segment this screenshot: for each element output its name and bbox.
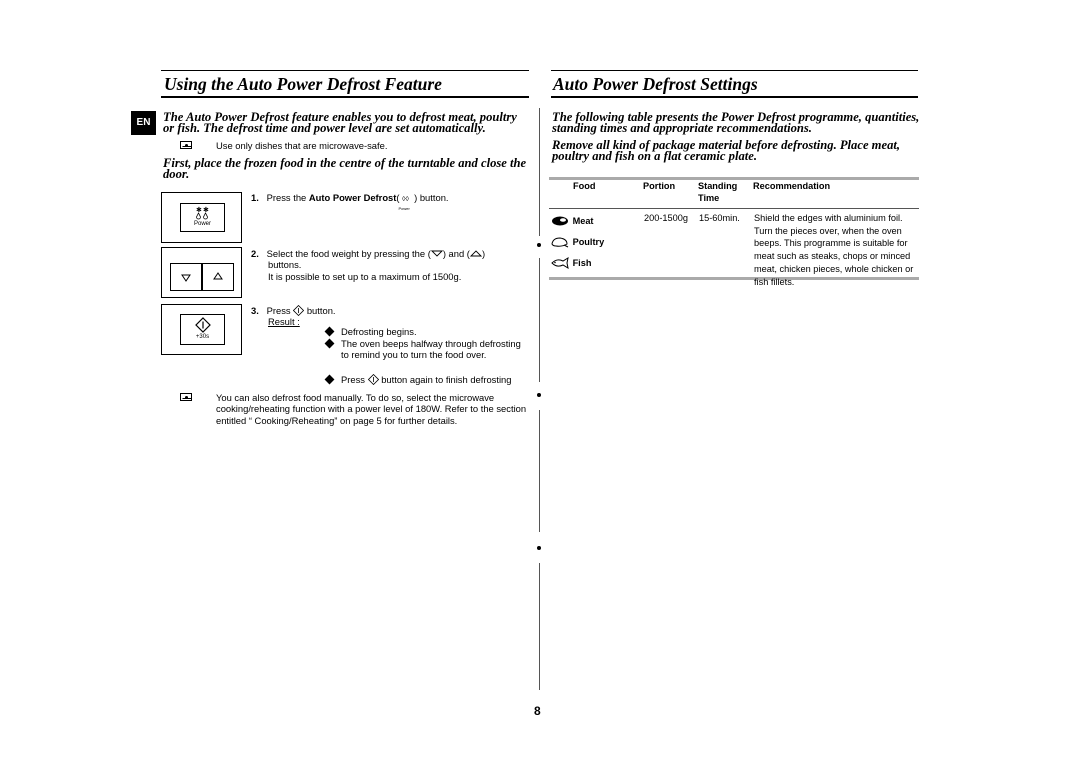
portion-cell: 200-1500g <box>644 212 688 223</box>
weight-panel <box>161 247 242 298</box>
start-icon <box>194 317 211 333</box>
standing-time-cell: 15-60min. <box>699 212 740 223</box>
divider-dot <box>537 243 541 247</box>
left-section-title: Using the Auto Power Defrost Feature <box>164 74 442 94</box>
right-lead-remove-packaging: Remove all kind of package material befo… <box>552 138 901 163</box>
power-label: Power <box>193 221 211 227</box>
result-1: Defrosting begins. <box>341 326 417 337</box>
defrost-table: Food Portion Standing Time Recommendatio… <box>549 177 919 290</box>
step-2-number: 2. <box>251 248 259 259</box>
food-list: Meat Poultry Fish <box>549 209 643 290</box>
right-section-title: Auto Power Defrost Settings <box>553 74 758 94</box>
column-divider <box>539 108 540 236</box>
note-manual-defrost: You can also defrost food manually. To d… <box>216 392 527 426</box>
food-item-meat: Meat <box>550 215 642 236</box>
column-divider <box>539 563 540 690</box>
left-title-rule-top <box>161 70 529 71</box>
table-row: Meat Poultry Fish 200-1500g 15-60min. Sh… <box>549 209 919 290</box>
poultry-icon <box>551 237 569 248</box>
column-divider <box>539 410 540 532</box>
meat-icon <box>552 216 568 226</box>
step-3: 3. Press button. Result : <box>251 304 521 328</box>
result-3-pre: Press <box>341 374 368 385</box>
note-icon-2 <box>180 393 192 401</box>
auto-power-defrost-button[interactable]: ✱ ✱ Power <box>180 203 225 232</box>
weight-up-button[interactable] <box>202 263 234 291</box>
inline-defrost-icon: ◊◊ Power <box>399 194 412 211</box>
header-portion: Portion <box>643 181 676 191</box>
step-2-line2: buttons. <box>268 259 302 271</box>
table-header-row: Food Portion Standing Time Recommendatio… <box>549 177 919 209</box>
svg-text:✱: ✱ <box>196 206 202 214</box>
step-1-number: 1. <box>251 192 259 203</box>
svg-text:✱: ✱ <box>203 206 209 214</box>
result-2: The oven beeps halfway through defrostin… <box>341 338 521 361</box>
step-1-bold: Auto Power Defrost <box>308 192 397 203</box>
result-label: Result : <box>268 316 300 328</box>
result-bullet-1 <box>324 326 335 337</box>
result-3-text: button again to finish defrosting <box>381 374 512 385</box>
right-title-rule-top <box>551 70 918 71</box>
start-inline-icon-2 <box>367 373 379 386</box>
header-standing-time: Standing Time <box>698 181 738 204</box>
result-bullet-2 <box>324 338 335 349</box>
up-arrow-icon <box>469 250 483 257</box>
step-2-line1-mid: ) and ( <box>442 248 470 259</box>
auto-defrost-panel: ✱ ✱ Power <box>161 192 242 243</box>
page-number: 8 <box>534 704 541 718</box>
food-item-poultry: Poultry <box>550 236 642 257</box>
column-divider <box>539 258 540 382</box>
header-recommendation: Recommendation <box>753 181 831 191</box>
plus-30s-label: +30s <box>195 334 210 340</box>
inline-power-label: Power <box>398 206 410 211</box>
note-icon <box>180 141 192 149</box>
food-label-meat: Meat <box>572 215 594 226</box>
step-2: 2. Select the food weight by pressing th… <box>251 248 521 282</box>
step-3-post: button. <box>304 305 336 316</box>
step-2-line1-pre: Select the food weight by pressing the ( <box>266 248 431 259</box>
result-3: Press button again to finish defrosting <box>341 373 512 386</box>
defrost-drops-icon: ✱ ✱ <box>196 206 209 220</box>
header-food: Food <box>573 181 596 191</box>
food-item-fish: Fish <box>550 257 642 278</box>
divider-dot <box>537 393 541 397</box>
step-2-line1-post: ) <box>481 248 486 259</box>
step-1: 1. Press the Auto Power Defrost(◊◊ Power … <box>251 192 521 211</box>
left-intro: The Auto Power Defrost feature enables y… <box>163 110 517 135</box>
recommendation-cell: Shield the edges with aluminium foil. Tu… <box>754 212 914 287</box>
note-microwave-safe: Use only dishes that are microwave-safe. <box>216 140 388 151</box>
food-label-fish: Fish <box>572 257 592 268</box>
up-triangle-icon <box>213 272 223 280</box>
start-panel: +30s <box>161 304 242 355</box>
right-intro: The following table presents the Power D… <box>552 110 920 135</box>
down-triangle-icon <box>181 274 191 282</box>
down-arrow-icon <box>430 250 443 257</box>
start-inline-icon <box>293 304 305 317</box>
step-1-post: ) button. <box>411 192 449 203</box>
weight-down-button[interactable] <box>170 263 202 291</box>
step-2-line3: It is possible to set up to a maximum of… <box>268 270 462 282</box>
left-title-rule-bottom <box>161 96 529 98</box>
left-lead-place-food: First, place the frozen food in the cent… <box>163 156 527 181</box>
step-1-pre: Press the <box>266 192 309 203</box>
step-3-number: 3. <box>251 305 259 316</box>
language-badge: EN <box>131 111 156 135</box>
divider-dot <box>537 546 541 550</box>
fish-icon <box>551 257 569 270</box>
step-3-pre: Press <box>266 305 294 316</box>
result-bullet-3 <box>324 374 335 385</box>
right-title-rule-bottom <box>551 96 918 98</box>
food-label-poultry: Poultry <box>572 236 605 247</box>
start-button[interactable]: +30s <box>180 314 225 345</box>
